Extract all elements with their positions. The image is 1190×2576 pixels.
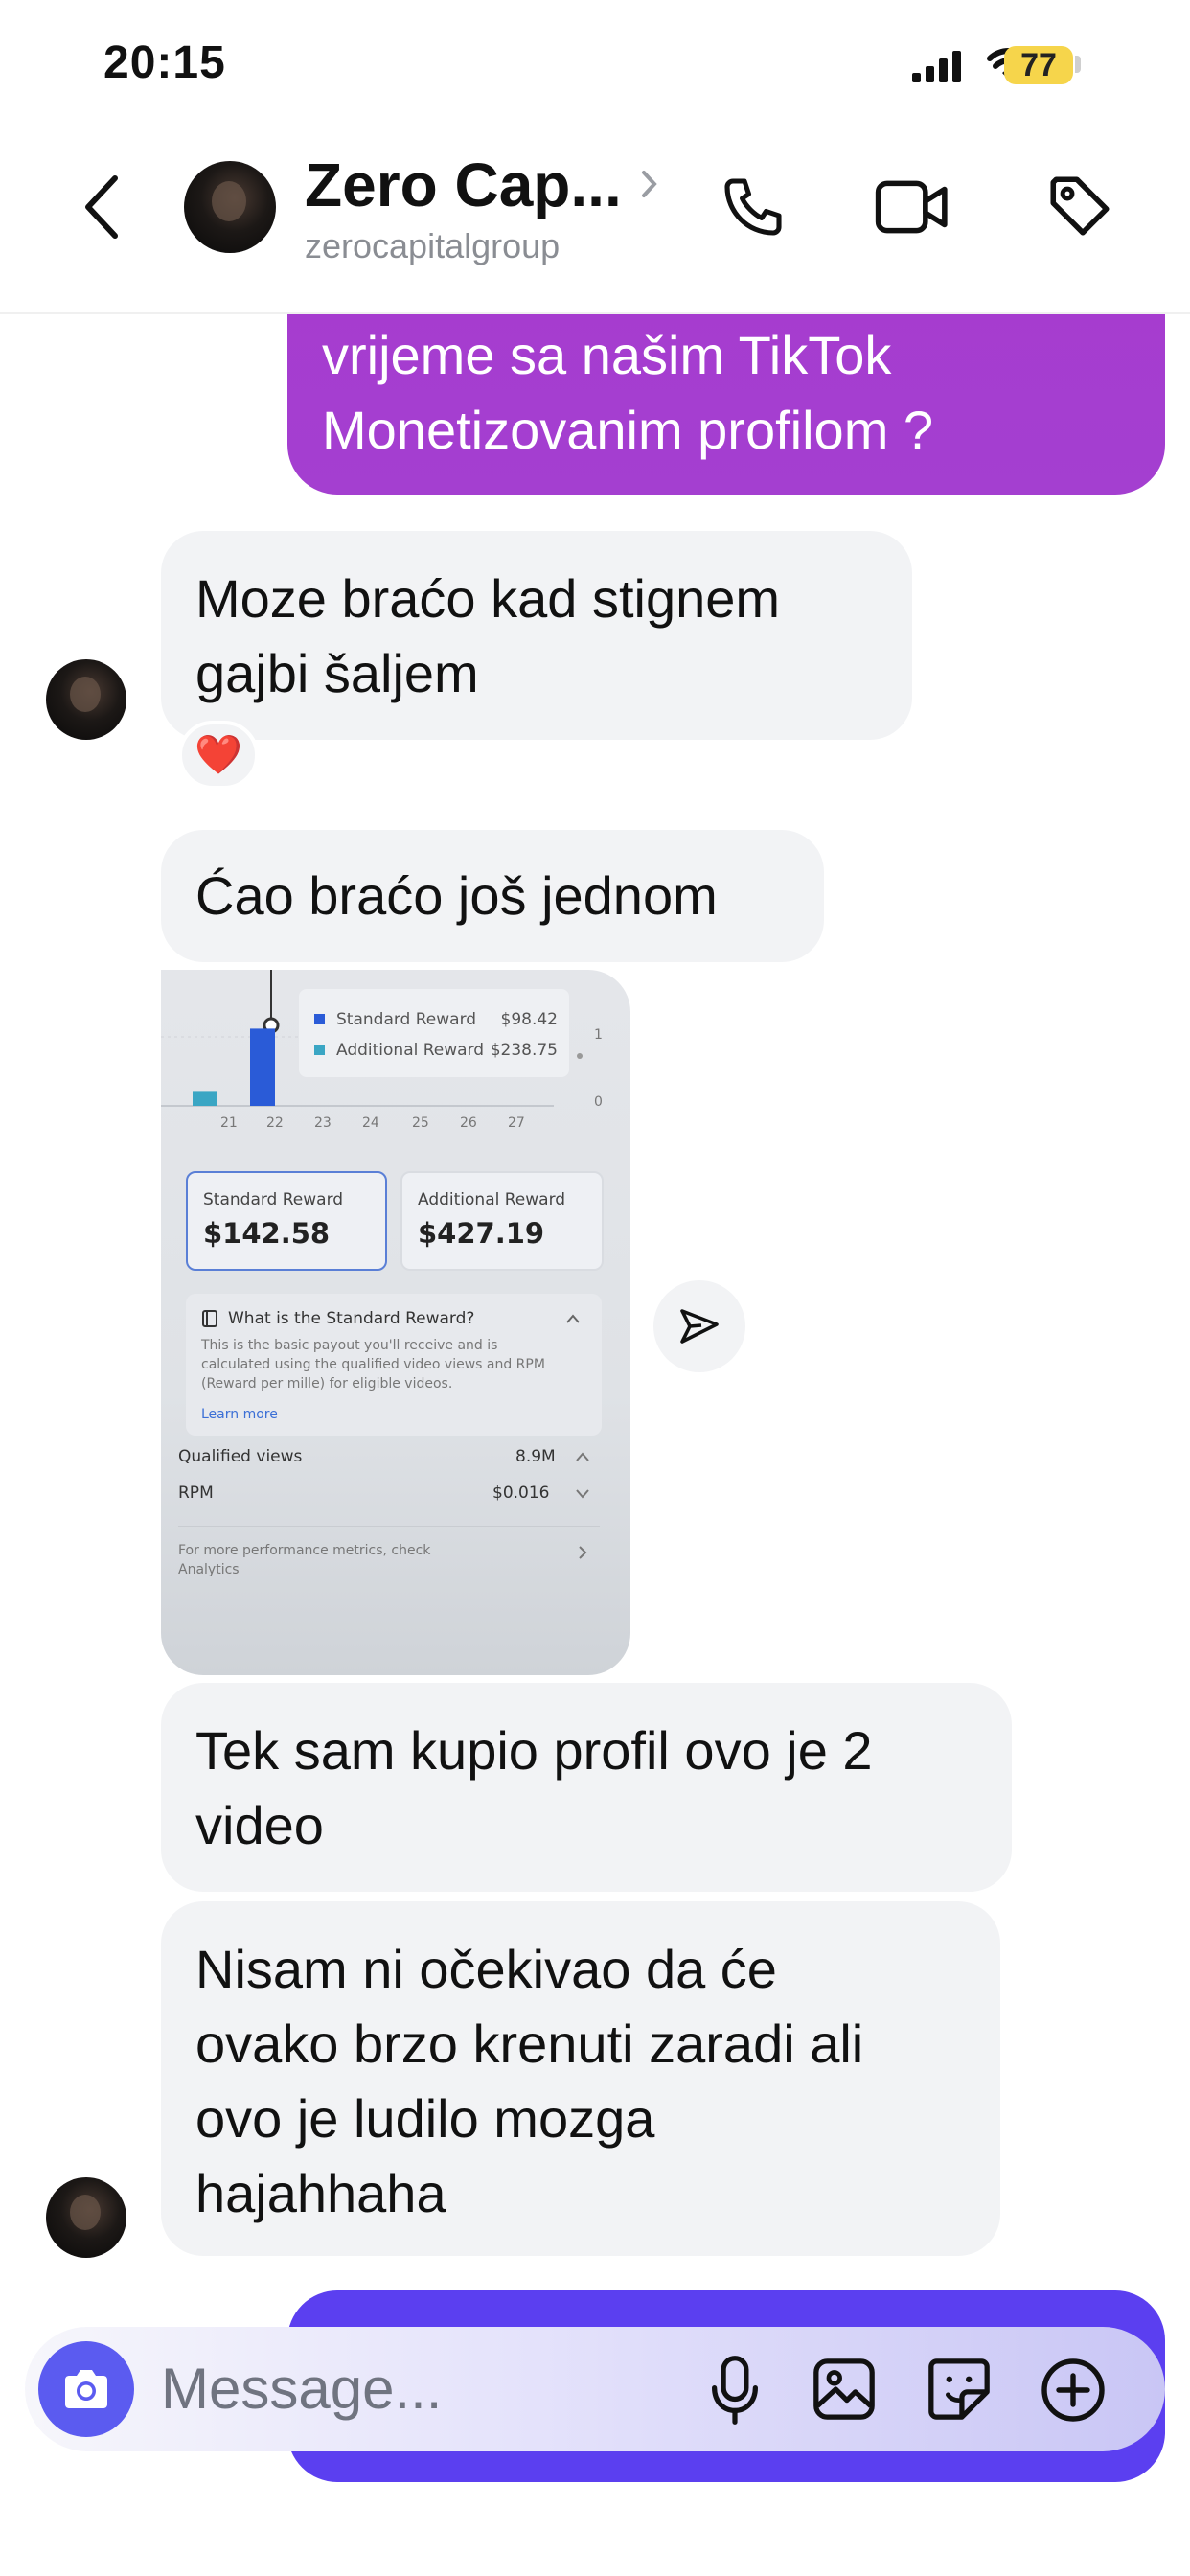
contact-handle[interactable]: zerocapitalgroup [305,226,560,266]
x-tick: 23 [314,1116,332,1131]
x-tick: 22 [266,1116,284,1131]
analytics-footer: For more performance metrics, check Anal… [178,1543,431,1577]
metric-value: $0.016 [492,1484,550,1503]
incoming-message-bubble[interactable]: Ćao braćo još jednom [161,830,824,962]
legend-row: Standard Reward $98.42 [314,1010,558,1029]
legend-label: Additional Reward [336,1041,485,1060]
camera-icon [65,2370,107,2408]
x-tick: 27 [508,1116,525,1131]
incoming-message-bubble[interactable]: Moze braćo kad stignem gajbi šaljem [161,531,912,740]
send-icon [680,1309,719,1344]
chart-bar [193,1091,217,1106]
message-input[interactable] [161,2350,678,2426]
back-icon[interactable] [80,172,123,242]
chevron-up-icon [566,1314,580,1323]
card-value: $427.19 [418,1217,545,1250]
x-tick: 21 [220,1116,238,1131]
heart-reaction[interactable]: ❤️ [178,721,259,790]
forward-button[interactable] [653,1280,745,1372]
legend-swatch [314,1014,325,1024]
status-time: 20:15 [103,37,226,88]
chevron-right-icon[interactable] [640,169,659,199]
learn-more-link: Learn more [201,1407,278,1422]
message-text: Nisam ni očekivao da će ovako brzo krenu… [195,1939,864,2223]
chevron-right-icon [579,1546,587,1559]
info-title: What is the Standard Reward? [228,1309,475,1328]
legend-value: $238.75 [490,1041,558,1060]
metric-label: Qualified views [178,1447,303,1466]
chart-dot [577,1053,583,1059]
video-icon[interactable] [874,171,950,243]
info-body: This is the basic payout you'll receive … [201,1338,545,1392]
incoming-message-bubble[interactable]: Nisam ni očekivao da će ovako brzo krenu… [161,1901,1000,2256]
legend-swatch [314,1045,325,1055]
card-label: Standard Reward [203,1190,344,1209]
chart-bar [250,1028,275,1106]
tag-icon[interactable] [1044,171,1115,242]
y-tick: 0 [594,1094,603,1110]
outgoing-message-bubble[interactable]: vrijeme sa našim TikTok Monetizovanim pr… [287,288,1165,494]
legend-row: Additional Reward $238.75 [314,1041,558,1060]
camera-button[interactable] [38,2341,134,2437]
contact-avatar[interactable] [184,161,276,253]
message-text: Moze braćo kad stignem gajbi šaljem [195,568,781,703]
additional-reward-card: Additional Reward $427.19 [400,1171,604,1271]
divider [178,1526,600,1527]
x-tick: 26 [460,1116,477,1131]
battery-level: 77 [1004,46,1073,84]
phone-icon[interactable] [719,172,788,242]
incoming-message-bubble[interactable]: Tek sam kupio profil ovo je 2 video [161,1683,1012,1892]
shared-image[interactable]: 21 22 23 24 25 26 27 1 0 Standard Reward… [161,970,630,1675]
battery-cap [1075,56,1081,73]
sender-avatar[interactable] [46,659,126,740]
card-label: Additional Reward [418,1190,566,1209]
chevron-down-icon [576,1489,589,1499]
y-tick: 1 [594,1027,603,1043]
legend-label: Standard Reward [336,1010,477,1029]
standard-reward-card: Standard Reward $142.58 [186,1171,387,1271]
card-value: $142.58 [203,1217,331,1250]
metric-value: 8.9M [515,1447,556,1466]
sticker-icon[interactable] [926,2356,993,2423]
message-text: vrijeme sa našim TikTok Monetizovanim pr… [322,325,934,460]
book-icon [202,1310,217,1327]
plus-icon[interactable] [1039,2356,1108,2425]
contact-name[interactable]: Zero Cap... [305,150,622,220]
legend-value: $98.42 [500,1010,558,1029]
cellular-signal-icon [912,51,961,82]
x-tick: 24 [362,1116,379,1131]
metric-label: RPM [178,1484,214,1503]
message-text: Tek sam kupio profil ovo je 2 video [195,1720,873,1855]
header-divider [0,312,1190,314]
microphone-icon[interactable] [707,2354,763,2426]
x-tick: 25 [412,1116,429,1131]
gallery-icon[interactable] [811,2356,878,2423]
info-box: What is the Standard Reward? This is the… [186,1294,602,1436]
chevron-up-icon [576,1452,589,1461]
message-text: Ćao braćo još jednom [195,865,718,926]
chart-tooltip: Standard Reward $98.42 Additional Reward… [299,989,569,1077]
sender-avatar[interactable] [46,2177,126,2258]
